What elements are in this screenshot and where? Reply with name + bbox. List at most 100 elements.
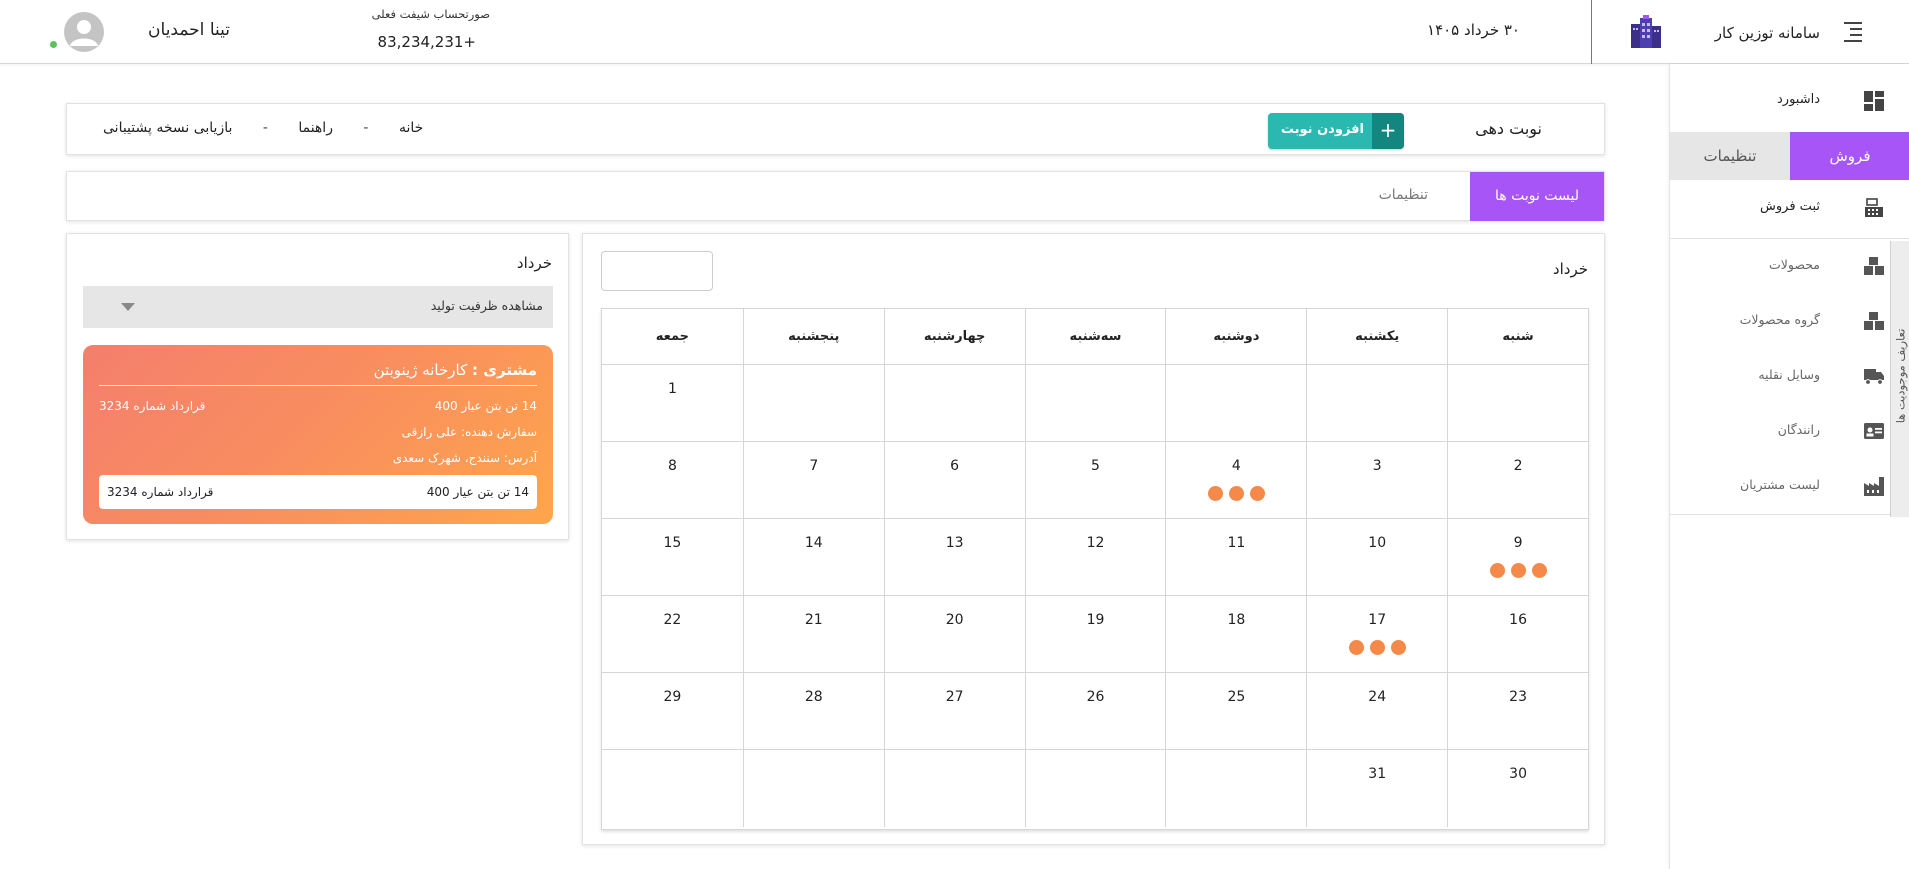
calendar-day-cell[interactable] (883, 750, 1025, 827)
sidebar-item-register-sale[interactable]: ثبت فروش (1670, 188, 1909, 228)
calendar-day-cell[interactable] (1306, 365, 1447, 441)
sidebar-item-drivers[interactable]: رانندگان (1670, 411, 1909, 451)
calendar-day-cell[interactable]: 5 (1024, 442, 1166, 518)
calendar-day-number: 4 (1231, 458, 1241, 474)
id-card-icon (1864, 423, 1884, 439)
calendar-day-number: 11 (1227, 535, 1246, 551)
calendar-day-cell[interactable]: 26 (1024, 673, 1166, 749)
content-tabs: لیست نوبت ها تنظیمات (66, 171, 1605, 221)
calendar-day-cell[interactable] (883, 365, 1025, 441)
calendar-day-cell[interactable] (1447, 365, 1588, 441)
page-title: نوبت دهی (1475, 119, 1542, 138)
calendar-day-number: 12 (1086, 535, 1105, 551)
order-card[interactable]: مشتری : کارخانه ژینوبتن 14 تن بتن عیار 4… (83, 345, 553, 524)
sidebar-item-label: رانندگان (1777, 422, 1820, 437)
calendar-day-cell[interactable]: 21 (742, 596, 884, 672)
calendar-day-cell[interactable]: 12 (1024, 519, 1166, 595)
calendar-day-cell[interactable] (742, 365, 884, 441)
calendar-day-cell[interactable]: 28 (742, 673, 884, 749)
sidebar-item-products[interactable]: محصولات (1670, 246, 1909, 286)
user-icon (70, 20, 98, 46)
calendar-day-cell[interactable]: 11 (1165, 519, 1306, 595)
weekday-header: شنبه (1447, 309, 1588, 364)
sidebar-item-label: لیست مشتریان (1740, 477, 1820, 492)
sidebar-item-label: گروه محصولات (1739, 312, 1820, 327)
calendar-day-cell[interactable] (1024, 365, 1166, 441)
calendar-day-cell[interactable] (1165, 750, 1306, 827)
calendar-day-cell[interactable]: 14 (742, 519, 884, 595)
calendar-day-cell[interactable]: 13 (883, 519, 1025, 595)
calendar-day-number: 18 (1227, 612, 1246, 628)
sidebar-item-dashboard[interactable]: داشبورد (1670, 81, 1909, 121)
calendar-day-cell[interactable]: 23 (1447, 673, 1588, 749)
calendar-day-cell[interactable]: 15 (602, 519, 743, 595)
breadcrumb-home[interactable]: خانه (399, 120, 423, 136)
calendar-grid: شنبه یکشنبه دوشنبه سه‌شنبه چهارشنبه پنجشنبه جم… (601, 308, 1589, 830)
tab-settings[interactable]: تنظیمات (1379, 187, 1428, 203)
calendar-day-cell[interactable]: 25 (1165, 673, 1306, 749)
breadcrumb-help[interactable]: راهنما (298, 120, 333, 136)
calendar-day-cell[interactable]: 7 (742, 442, 884, 518)
breadcrumb-backup[interactable]: بازیابی نسخه پشتیبانی (103, 120, 232, 136)
calendar-day-cell[interactable]: 6 (883, 442, 1025, 518)
calendar-day-cell[interactable]: 3 (1306, 442, 1447, 518)
sidebar-item-product-groups[interactable]: گروه محصولات (1670, 301, 1909, 341)
calendar-day-cell[interactable]: 20 (883, 596, 1025, 672)
tab-settings[interactable]: تنظیمات (1670, 132, 1790, 180)
factory-icon (1864, 477, 1884, 496)
entity-definitions-tab[interactable]: تعاریف موجودیت ها (1890, 241, 1909, 517)
calendar-day-cell[interactable]: 10 (1306, 519, 1447, 595)
order-divider (99, 385, 537, 386)
appointment-indicators[interactable] (1307, 640, 1447, 659)
calendar-day-cell[interactable] (742, 750, 884, 827)
entity-definitions-label: تعاریف موجودیت ها (1893, 328, 1908, 424)
calendar-day-number: 5 (1091, 458, 1100, 474)
calendar-day-cell[interactable]: 1 (602, 365, 743, 441)
calendar-day-cell[interactable]: 24 (1306, 673, 1447, 749)
calendar-week-row: 1 (602, 365, 1588, 442)
calendar-day-cell[interactable]: 17 (1306, 596, 1447, 672)
calendar-day-cell[interactable]: 4 (1165, 442, 1306, 518)
calendar-day-cell[interactable] (1165, 365, 1306, 441)
sidebar-item-customers[interactable]: لیست مشتریان (1670, 466, 1909, 506)
calendar-day-number: 8 (667, 458, 677, 474)
calendar-day-cell[interactable]: 2 (1447, 442, 1588, 518)
calendar-day-cell[interactable]: 18 (1165, 596, 1306, 672)
calendar-day-cell[interactable]: 16 (1447, 596, 1588, 672)
top-header: سامانه توزین کار ۳۰ خرداد ۱۴۰۵ صورتحساب … (0, 0, 1909, 64)
calendar-week-row: 30 31 (602, 750, 1588, 827)
user-name[interactable]: تینا احمدیان (100, 20, 230, 40)
calendar-day-cell[interactable]: 19 (1024, 596, 1166, 672)
logo-icon (1631, 15, 1661, 48)
calendar-day-cell[interactable]: 29 (602, 673, 743, 749)
order-item-contract: قرارداد شماره 3234 (107, 485, 214, 499)
chevron-down-icon (121, 303, 135, 311)
calendar-day-cell[interactable] (1024, 750, 1166, 827)
appointment-dot (1249, 486, 1265, 501)
sidebar-item-vehicles[interactable]: وسایل نقلیه (1670, 356, 1909, 396)
appointment-indicators[interactable] (1448, 563, 1588, 582)
calendar-day-cell[interactable]: 27 (883, 673, 1025, 749)
tab-appointment-list[interactable]: لیست نوبت ها (1470, 172, 1604, 221)
weekday-header: چهارشنبه (883, 309, 1025, 364)
calendar-day-cell[interactable] (602, 750, 743, 827)
calendar-day-cell[interactable]: 31 (1306, 750, 1447, 827)
appointment-indicators[interactable] (1166, 486, 1306, 505)
sidebar-item-label: محصولات (1769, 257, 1820, 272)
calendar-day-cell[interactable]: 8 (602, 442, 743, 518)
calendar-month-input[interactable] (601, 251, 713, 291)
production-capacity-dropdown[interactable]: مشاهده ظرفیت تولید (83, 286, 553, 328)
production-capacity-label: مشاهده ظرفیت تولید (430, 298, 543, 313)
calendar-day-cell[interactable]: 9 (1447, 519, 1588, 595)
menu-toggle-icon[interactable] (1844, 22, 1862, 42)
order-item-row[interactable]: 14 تن بتن عیار 400 قرارداد شماره 3234 (99, 475, 537, 509)
add-appointment-button[interactable]: + افزودن نوبت (1268, 113, 1404, 149)
calendar-day-cell[interactable]: 22 (602, 596, 743, 672)
tab-sales[interactable]: فروش (1790, 132, 1909, 180)
calendar-day-number: 25 (1227, 689, 1246, 705)
calendar-day-cell[interactable]: 30 (1447, 750, 1588, 827)
shift-invoice-label: صورتحساب شیفت فعلی (371, 7, 490, 21)
avatar[interactable] (64, 12, 104, 52)
order-item-product: 14 تن بتن عیار 400 (426, 485, 529, 499)
truck-icon (1864, 369, 1884, 385)
